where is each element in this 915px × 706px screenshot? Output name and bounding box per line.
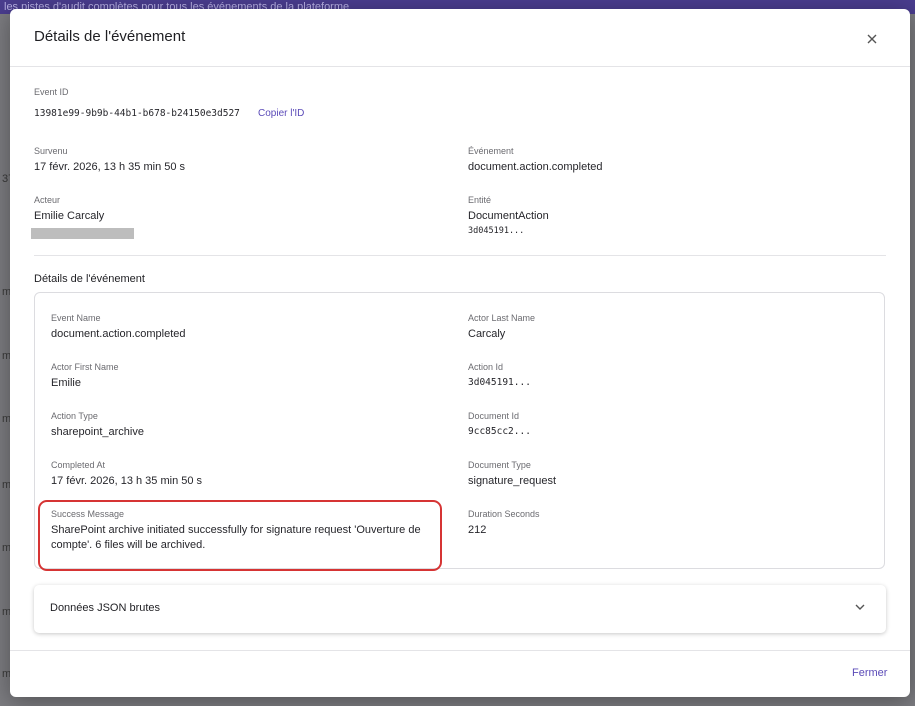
entity-value: DocumentAction — [468, 210, 549, 222]
raw-json-label: Données JSON brutes — [50, 602, 161, 614]
document-type-label: Document Type — [468, 460, 531, 470]
duration-seconds-value: 212 — [468, 524, 487, 536]
actor-value: Emilie Carcaly — [34, 210, 105, 222]
success-message-highlight — [38, 500, 442, 571]
actor-first-name-value: Emilie — [51, 377, 81, 389]
action-id-value: 3d045191... — [468, 377, 531, 388]
close-footer-button[interactable]: Fermer — [852, 667, 887, 679]
actor-last-name-label: Actor Last Name — [468, 313, 536, 323]
document-type-value: signature_request — [468, 475, 557, 487]
redacted-email — [31, 228, 134, 239]
completed-at-value: 17 févr. 2026, 13 h 35 min 50 s — [51, 475, 203, 487]
copy-id-link[interactable]: Copier l'ID — [258, 108, 304, 119]
event-details-modal: Détails de l'événement Event ID 13981e99… — [10, 9, 910, 697]
event-value: document.action.completed — [468, 161, 603, 173]
completed-at-label: Completed At — [51, 460, 106, 470]
actor-first-name-label: Actor First Name — [51, 362, 119, 372]
occurred-label: Survenu — [34, 146, 68, 156]
raw-json-accordion[interactable]: Données JSON brutes — [34, 585, 886, 633]
actor-label: Acteur — [34, 195, 61, 205]
action-id-label: Action Id — [468, 362, 504, 372]
section-divider — [34, 255, 886, 256]
close-icon — [867, 34, 877, 44]
actor-last-name-value: Carcaly — [468, 328, 506, 340]
details-section-title: Détails de l'événement — [34, 273, 145, 285]
occurred-value: 17 févr. 2026, 13 h 35 min 50 s — [34, 161, 186, 173]
entity-label: Entité — [468, 195, 492, 205]
event-label: Événement — [468, 146, 514, 156]
footer-divider — [10, 650, 910, 651]
event-id-value: 13981e99-9b9b-44b1-b678-b24150e3d527 — [34, 108, 240, 119]
document-id-label: Document Id — [468, 411, 520, 421]
duration-seconds-label: Duration Seconds — [468, 509, 540, 519]
document-id-value: 9cc85cc2... — [468, 426, 531, 437]
action-type-value: sharepoint_archive — [51, 426, 144, 438]
event-name-label: Event Name — [51, 313, 101, 323]
close-button[interactable] — [860, 27, 884, 51]
action-type-label: Action Type — [51, 411, 98, 421]
entity-id-value: 3d045191... — [468, 226, 525, 236]
event-name-value: document.action.completed — [51, 328, 186, 340]
modal-header: Détails de l'événement — [10, 9, 910, 67]
event-id-label: Event ID — [34, 87, 69, 97]
chevron-down-icon — [855, 604, 865, 610]
modal-title: Détails de l'événement — [34, 28, 186, 45]
